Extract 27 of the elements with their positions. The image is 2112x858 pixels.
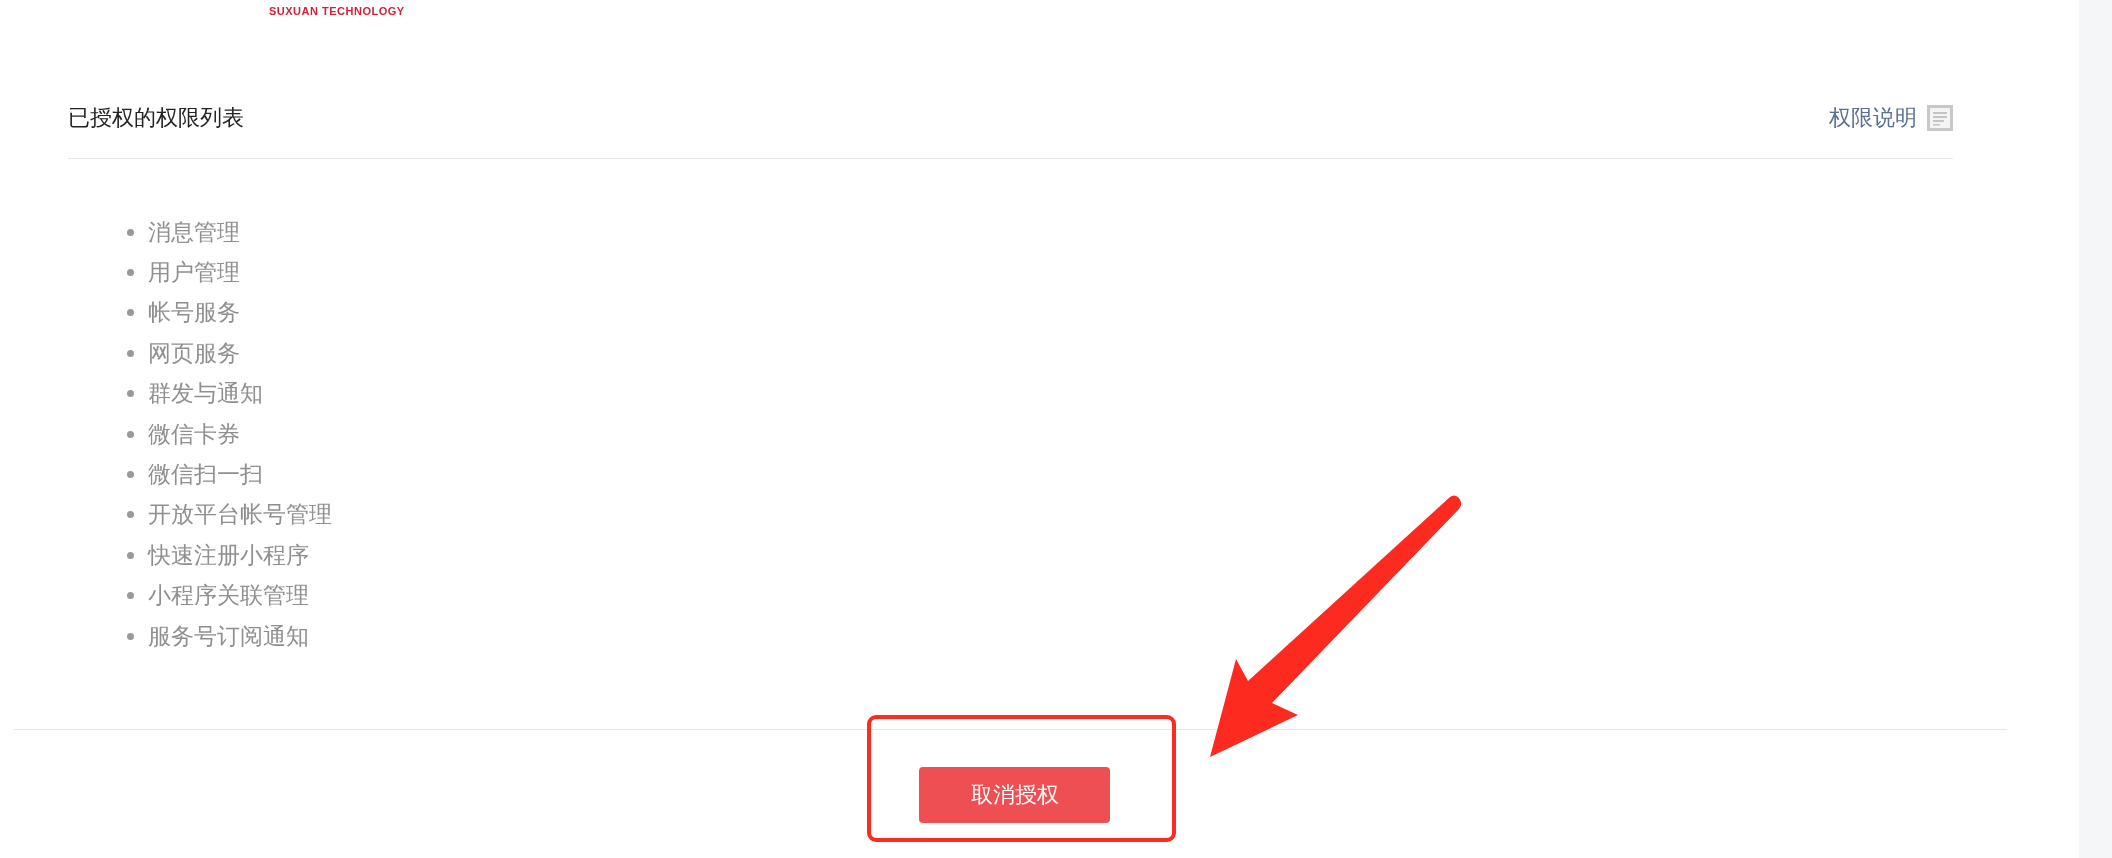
permission-item: 开放平台帐号管理 xyxy=(148,500,332,530)
bullet-icon xyxy=(127,269,134,277)
permission-item: 微信卡券 xyxy=(148,419,240,449)
bullet-icon xyxy=(127,349,134,357)
bullet-icon xyxy=(127,551,134,559)
bullet-icon xyxy=(127,511,134,519)
bullet-icon xyxy=(127,592,134,600)
bullet-icon xyxy=(127,632,134,640)
permission-item: 微信扫一扫 xyxy=(148,460,263,490)
bullet-icon xyxy=(127,390,134,398)
bullet-icon xyxy=(127,228,134,236)
revoke-button[interactable]: 取消授权 xyxy=(919,767,1110,824)
permission-item: 网页服务 xyxy=(148,338,240,368)
section-title: 已授权的权限列表 xyxy=(68,104,245,132)
permission-item: 快速注册小程序 xyxy=(148,540,309,570)
bullet-icon xyxy=(127,309,134,317)
permission-item: 消息管理 xyxy=(148,217,240,247)
bullet-icon xyxy=(127,471,134,479)
permission-item: 用户管理 xyxy=(148,258,240,288)
document-icon xyxy=(1927,105,1953,131)
logo-text: SUXUAN TECHNOLOGY xyxy=(269,5,405,17)
permission-item: 服务号订阅通知 xyxy=(148,621,309,651)
permission-item: 帐号服务 xyxy=(148,298,240,328)
permission-item: 群发与通知 xyxy=(148,379,263,409)
bullet-icon xyxy=(127,430,134,438)
permission-info-link[interactable]: 权限说明 xyxy=(1829,103,1917,133)
permission-item: 小程序关联管理 xyxy=(148,581,309,611)
